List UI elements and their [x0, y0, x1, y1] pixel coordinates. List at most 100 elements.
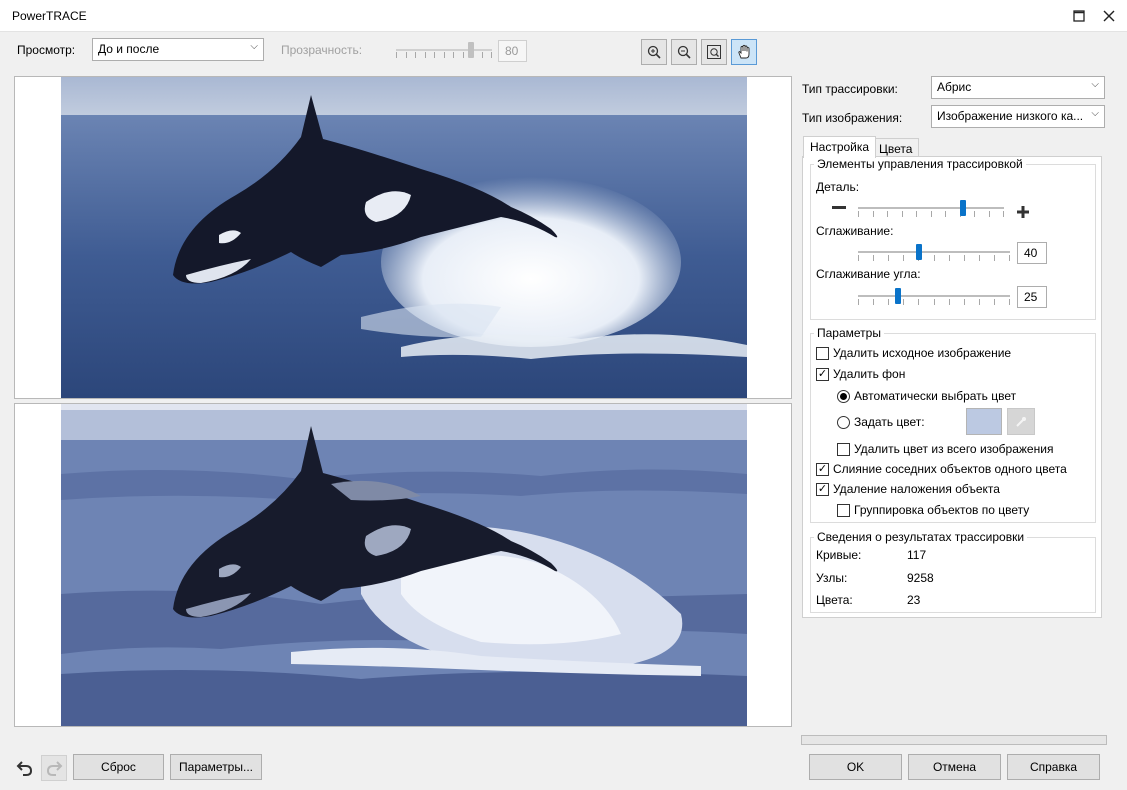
zoom-in-icon — [647, 45, 661, 59]
zoom-out-icon — [677, 45, 691, 59]
set-color-label: Задать цвет: — [854, 415, 925, 429]
eyedropper-button[interactable] — [1007, 408, 1035, 435]
slider-tick — [964, 299, 965, 305]
transparency-label: Прозрачность: — [281, 43, 363, 57]
slider-tick — [964, 255, 965, 261]
ok-button[interactable]: OK — [809, 754, 902, 780]
merge-adjacent-option[interactable]: ✓ Слияние соседних объектов одного цвета — [816, 462, 1067, 476]
chevron-down-icon: ⌵ — [1091, 79, 1099, 90]
slider-tick — [425, 52, 426, 58]
slider-tick — [858, 299, 859, 305]
slider-tick — [491, 52, 492, 58]
group-by-color-checkbox[interactable] — [837, 503, 850, 517]
background-color-swatch[interactable] — [966, 408, 1002, 435]
set-color-radio[interactable] — [837, 415, 850, 429]
trace-type-select[interactable]: Абрис ⌵ — [931, 76, 1105, 99]
slider-tick — [482, 52, 483, 58]
undo-icon — [16, 761, 33, 776]
slider-tick — [887, 211, 888, 217]
chevron-down-icon: ⌵ — [250, 41, 258, 52]
slider-tick — [916, 211, 917, 217]
delete-bg-checkbox[interactable]: ✓ — [816, 367, 829, 381]
smoothing-label: Сглаживание: — [816, 224, 894, 238]
slider-tick — [873, 255, 874, 261]
before-preview-pane[interactable] — [14, 76, 792, 399]
slider-tick — [1003, 211, 1004, 217]
redo-button[interactable] — [41, 755, 67, 781]
tab-settings[interactable]: Настройка — [803, 136, 877, 158]
tab-colors[interactable]: Цвета — [872, 138, 920, 158]
minus-icon[interactable] — [832, 206, 846, 209]
view-mode-select[interactable]: До и после ⌵ — [92, 38, 264, 61]
transparency-value[interactable]: 80 — [498, 40, 527, 62]
window-title: PowerTRACE — [12, 9, 87, 23]
zoom-in-button[interactable] — [641, 39, 667, 65]
eyedropper-icon — [1016, 416, 1026, 427]
smoothing-value[interactable]: 40 — [1017, 242, 1047, 264]
slider-track — [396, 49, 492, 51]
colors-value: 23 — [907, 593, 921, 607]
auto-color-radio[interactable] — [837, 389, 850, 403]
plus-icon[interactable] — [1016, 205, 1030, 222]
slider-tick — [918, 299, 919, 305]
cancel-button[interactable]: Отмена — [908, 754, 1001, 780]
undo-button[interactable] — [12, 755, 38, 781]
slider-tick — [934, 299, 935, 305]
detail-slider[interactable] — [858, 199, 1004, 219]
slider-tick — [444, 52, 445, 58]
after-preview-pane[interactable] — [14, 403, 792, 727]
slider-thumb[interactable] — [916, 244, 922, 260]
slider-tick — [873, 299, 874, 305]
image-type-select[interactable]: Изображение низкого ка... ⌵ — [931, 105, 1105, 128]
slider-tick — [434, 52, 435, 58]
help-button[interactable]: Справка — [1007, 754, 1100, 780]
remove-color-all-option[interactable]: Удалить цвет из всего изображения — [837, 442, 1053, 456]
slider-tick — [902, 211, 903, 217]
slider-tick — [873, 211, 874, 217]
smoothing-slider[interactable] — [858, 243, 1010, 263]
auto-color-option[interactable]: Автоматически выбрать цвет — [837, 389, 1016, 403]
chevron-down-icon: ⌵ — [1091, 108, 1099, 119]
remove-overlap-option[interactable]: ✓ Удаление наложения объекта — [816, 482, 1000, 496]
group-by-color-option[interactable]: Группировка объектов по цвету — [837, 503, 1029, 517]
zoom-fit-icon — [707, 45, 721, 59]
slider-tick — [945, 211, 946, 217]
merge-adjacent-label: Слияние соседних объектов одного цвета — [833, 462, 1067, 476]
merge-adjacent-checkbox[interactable]: ✓ — [816, 462, 829, 476]
before-photo — [61, 77, 747, 398]
close-icon[interactable] — [1097, 4, 1121, 28]
reset-button[interactable]: Сброс — [73, 754, 164, 780]
corner-smoothing-slider[interactable] — [858, 287, 1010, 307]
pan-button[interactable] — [731, 39, 757, 65]
delete-bg-option[interactable]: ✓ Удалить фон — [816, 367, 905, 381]
slider-tick — [406, 52, 407, 58]
set-color-option[interactable]: Задать цвет: — [837, 415, 925, 429]
maximize-icon[interactable] — [1067, 4, 1091, 28]
redo-icon — [46, 761, 63, 776]
corner-smoothing-value[interactable]: 25 — [1017, 286, 1047, 308]
image-type-value: Изображение низкого ка... — [937, 109, 1084, 123]
hand-icon — [738, 44, 750, 59]
delete-original-checkbox[interactable] — [816, 346, 829, 360]
slider-tick — [1009, 299, 1010, 305]
slider-tick — [989, 211, 990, 217]
options-button[interactable]: Параметры... — [170, 754, 262, 780]
remove-overlap-checkbox[interactable]: ✓ — [816, 482, 829, 496]
slider-tick — [949, 255, 950, 261]
zoom-fit-button[interactable] — [701, 39, 727, 65]
after-traced-image — [61, 404, 747, 726]
title-bar: PowerTRACE — [0, 0, 1127, 32]
remove-color-all-checkbox[interactable] — [837, 442, 850, 456]
nodes-value: 9258 — [907, 571, 934, 585]
slider-thumb[interactable] — [960, 200, 966, 216]
transparency-slider[interactable] — [396, 40, 492, 60]
zoom-out-button[interactable] — [671, 39, 697, 65]
curves-label: Кривые: — [816, 548, 862, 562]
slider-tick — [415, 52, 416, 58]
nodes-label: Узлы: — [816, 571, 848, 585]
slider-thumb[interactable] — [468, 42, 474, 58]
slider-tick — [903, 255, 904, 261]
delete-original-option[interactable]: Удалить исходное изображение — [816, 346, 1011, 360]
slider-tick — [979, 299, 980, 305]
slider-thumb[interactable] — [895, 288, 901, 304]
